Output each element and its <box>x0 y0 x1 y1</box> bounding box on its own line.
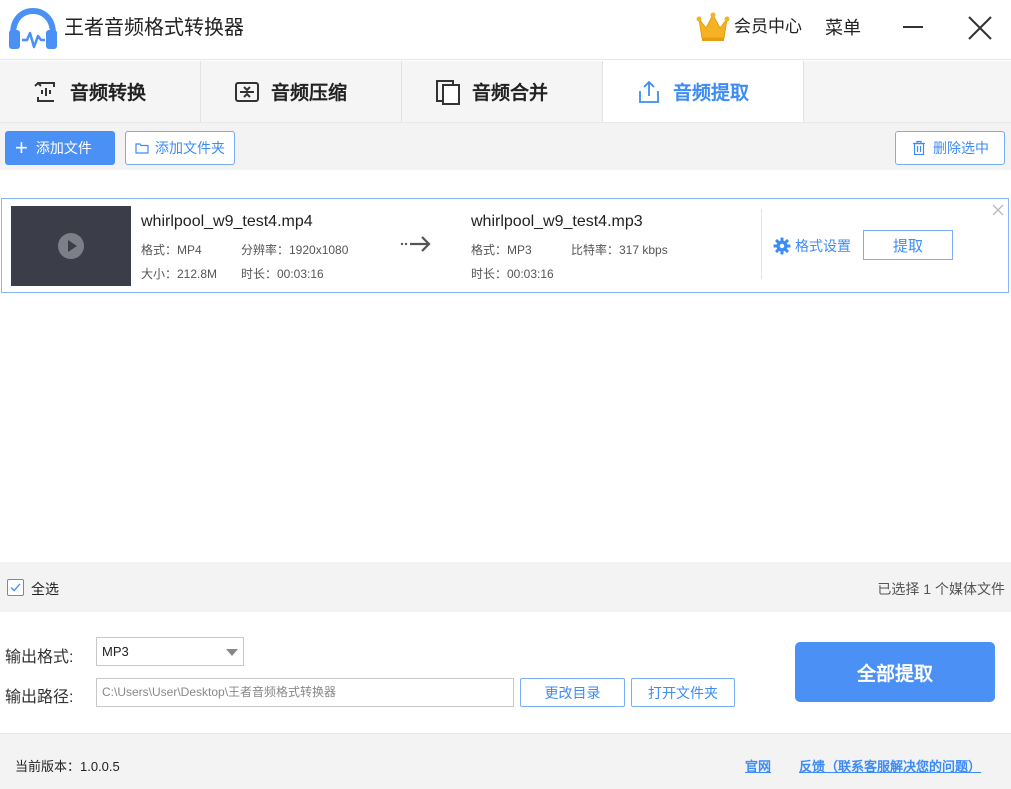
crown-icon <box>696 12 730 41</box>
compress-icon <box>235 81 259 102</box>
extract-icon <box>639 80 659 103</box>
official-website-link[interactable]: 官网 <box>745 756 771 775</box>
output-format-value: MP3 <box>102 644 129 659</box>
minimize-icon[interactable] <box>903 26 923 28</box>
tab-audio-compress-label: 音频压缩 <box>271 83 348 104</box>
delete-selected-button[interactable]: 删除选中 <box>895 131 1005 165</box>
add-folder-button[interactable]: 添加文件夹 <box>125 131 235 165</box>
vip-center-label: 会员中心 <box>734 17 802 36</box>
chevron-down-icon <box>226 649 238 656</box>
remove-file-icon[interactable] <box>992 204 1004 216</box>
vip-center-button[interactable]: 会员中心 <box>696 11 802 43</box>
tab-audio-convert[interactable]: 音频转换 <box>0 61 201 122</box>
version-text: 当前版本：1.0.0.5 <box>15 759 120 774</box>
app-logo-icon <box>9 8 57 49</box>
target-bitrate: 比特率：317 kbps <box>571 243 668 257</box>
format-settings-button[interactable]: 格式设置 <box>773 236 851 256</box>
open-folder-button[interactable]: 打开文件夹 <box>631 678 735 707</box>
tab-audio-convert-label: 音频转换 <box>70 83 147 104</box>
source-resolution: 分辨率：1920x1080 <box>241 243 349 257</box>
gear-icon <box>773 237 791 255</box>
tab-audio-compress[interactable]: 音频压缩 <box>201 61 402 122</box>
arrow-right-icon <box>400 236 431 252</box>
divider <box>761 209 762 279</box>
feedback-link[interactable]: 反馈（联系客服解决您的问题） <box>799 756 981 775</box>
video-thumbnail[interactable] <box>11 206 131 286</box>
selection-bar: 全选 已选择 1 个媒体文件 <box>0 562 1011 612</box>
source-file-name: whirlpool_w9_test4.mp4 <box>141 213 313 230</box>
function-tabs: 音频转换 音频压缩 音频合并 音频提取 <box>0 61 1011 123</box>
add-file-label: 添加文件 <box>35 140 92 156</box>
file-list: whirlpool_w9_test4.mp4 格式：MP4 分辨率：1920x1… <box>0 170 1011 562</box>
folder-icon <box>135 143 149 154</box>
target-file-name: whirlpool_w9_test4.mp3 <box>471 213 643 230</box>
menu-button[interactable]: 菜单 <box>825 16 861 40</box>
source-duration: 时长：00:03:16 <box>241 267 324 281</box>
play-icon[interactable] <box>58 233 84 259</box>
select-all-label[interactable]: 全选 <box>31 579 59 599</box>
audio-convert-icon <box>34 81 55 102</box>
close-window-icon[interactable] <box>966 14 994 42</box>
tab-audio-extract-label: 音频提取 <box>673 83 750 104</box>
target-format: 格式：MP3 <box>471 243 532 257</box>
plus-icon: + <box>15 135 28 160</box>
footer: 当前版本：1.0.0.5 官网 反馈（联系客服解决您的问题） <box>0 733 1011 789</box>
toolbar: + 添加文件 添加文件夹 删除选中 <box>0 123 1011 170</box>
format-settings-label: 格式设置 <box>795 238 851 254</box>
source-format: 格式：MP4 <box>141 243 202 257</box>
selected-count: 已选择 1 个媒体文件 <box>877 581 1005 597</box>
file-item[interactable]: whirlpool_w9_test4.mp4 格式：MP4 分辨率：1920x1… <box>1 198 1009 293</box>
extract-button[interactable]: 提取 <box>863 230 953 260</box>
tab-audio-extract[interactable]: 音频提取 <box>603 61 804 122</box>
trash-icon <box>913 140 925 156</box>
extract-all-button[interactable]: 全部提取 <box>795 642 995 702</box>
tab-audio-merge[interactable]: 音频合并 <box>402 61 603 122</box>
add-file-button[interactable]: + 添加文件 <box>5 131 115 165</box>
output-format-label: 输出格式: <box>5 649 74 666</box>
output-format-select[interactable]: MP3 <box>96 637 244 666</box>
merge-icon <box>436 79 460 105</box>
title-bar: 王者音频格式转换器 会员中心 菜单 <box>0 0 1011 60</box>
select-all-checkbox[interactable] <box>7 579 24 596</box>
tab-audio-merge-label: 音频合并 <box>472 83 549 104</box>
output-path-label: 输出路径: <box>5 689 74 706</box>
source-size: 大小：212.8M <box>141 267 218 281</box>
output-settings: 输出格式: MP3 输出路径: C:\Users\User\Desktop\王者… <box>0 612 1011 733</box>
change-directory-button[interactable]: 更改目录 <box>520 678 625 707</box>
target-duration: 时长：00:03:16 <box>471 267 554 281</box>
delete-selected-label: 删除选中 <box>933 140 989 156</box>
app-title: 王者音频格式转换器 <box>64 17 244 39</box>
output-path-input[interactable]: C:\Users\User\Desktop\王者音频格式转换器 <box>96 678 514 707</box>
add-folder-label: 添加文件夹 <box>155 140 225 156</box>
